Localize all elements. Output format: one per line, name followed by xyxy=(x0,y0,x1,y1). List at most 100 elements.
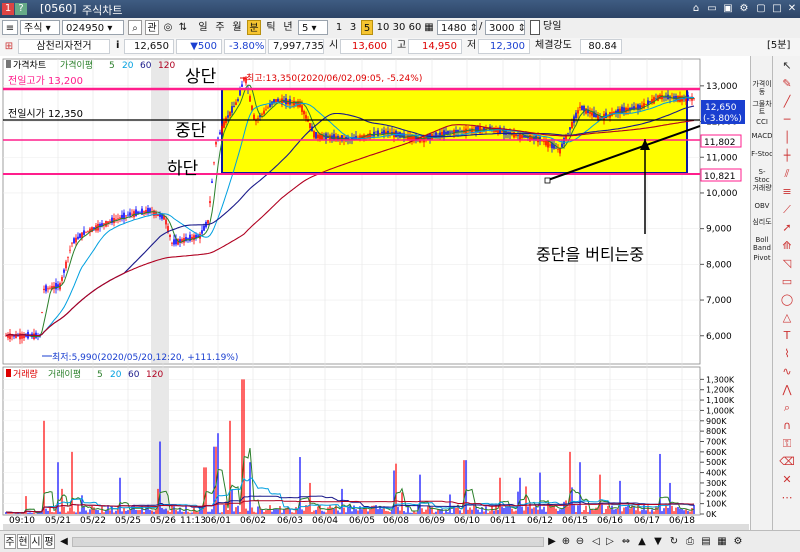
today-checkbox[interactable] xyxy=(530,20,540,35)
print-icon[interactable]: ⎙ xyxy=(684,534,696,549)
cross-icon[interactable]: ┼ xyxy=(779,150,795,162)
triangle-icon[interactable]: △ xyxy=(779,312,795,324)
tab-average[interactable]: 평 xyxy=(43,534,55,549)
zoom-out-icon[interactable]: ⊖ xyxy=(574,534,586,549)
favorite-icon[interactable]: ◎ xyxy=(162,20,174,35)
zoom-in-icon[interactable]: ⊕ xyxy=(560,534,572,549)
layout-icon[interactable]: ▦ xyxy=(716,534,728,549)
search-icon[interactable]: ⌕ xyxy=(128,20,142,35)
indicator-volume[interactable]: 거래량 xyxy=(751,184,773,192)
minute-1[interactable]: 1 xyxy=(333,20,345,35)
period-minute[interactable]: 분 xyxy=(247,20,261,35)
candle-body xyxy=(313,131,315,138)
candle-body xyxy=(309,123,311,128)
tile-icon[interactable]: ▢ xyxy=(755,3,767,15)
save-icon[interactable]: ▤ xyxy=(700,534,712,549)
scroll-left-icon[interactable]: ◀ xyxy=(58,534,70,549)
magnet-icon[interactable]: ∩ xyxy=(779,420,795,432)
period-month[interactable]: 월 xyxy=(230,20,244,35)
chart-toolbar: ≡ 주식 ▾ 024950 ▾ ⌕ 관 ◎ ⇅ 일 주 월 분 틱 년 5 ▾ … xyxy=(0,18,800,39)
grid-icon[interactable]: ▦ xyxy=(424,20,434,35)
channel-icon[interactable]: ⫽ xyxy=(779,168,795,180)
indicator-psychology[interactable]: 심리도 xyxy=(751,218,773,226)
help-icon[interactable]: ? xyxy=(15,3,27,15)
ray-icon[interactable]: ⟋ xyxy=(779,204,795,216)
arrow-tool-icon[interactable]: ➚ xyxy=(779,222,795,234)
refresh-icon[interactable]: ↻ xyxy=(668,534,680,549)
indicator-macd[interactable]: MACD xyxy=(751,132,773,140)
period-year[interactable]: 년 xyxy=(281,20,295,35)
fit-icon[interactable]: ⇔ xyxy=(620,534,632,549)
minimize-icon[interactable]: ▭ xyxy=(706,3,718,15)
market-select[interactable]: 주식 ▾ xyxy=(20,20,60,35)
maximize-icon[interactable]: □ xyxy=(771,3,783,15)
close-icon[interactable]: ✕ xyxy=(786,3,798,15)
indicator-bollinger[interactable]: Boll Band xyxy=(751,236,773,252)
trendline-handle[interactable] xyxy=(544,177,551,184)
minute-3[interactable]: 3 xyxy=(347,20,359,35)
restore-icon[interactable]: ▣ xyxy=(722,3,734,15)
indicator-s-stoc[interactable]: S-Stoc xyxy=(751,168,773,184)
cycle-icon[interactable]: ⌇ xyxy=(779,348,795,360)
add-icon[interactable]: ⊞ xyxy=(3,39,15,54)
gann-icon[interactable]: ◹ xyxy=(779,258,795,270)
tools-more-icon[interactable]: ⋯ xyxy=(779,492,795,504)
current-price: 12,650 xyxy=(124,39,174,54)
vol-ma60-legend: 60 xyxy=(128,370,140,380)
indicator-pivot[interactable]: Pivot xyxy=(751,254,773,262)
period-value-select[interactable]: 5 ▾ xyxy=(298,20,328,35)
stock-code-input[interactable]: 024950 ▾ xyxy=(62,20,124,35)
view-count-stepper[interactable]: 1480 ⇕ xyxy=(437,20,478,35)
bottom-scrollbar[interactable] xyxy=(72,537,544,547)
text-tool-icon[interactable]: T xyxy=(779,330,795,342)
minute-10[interactable]: 10 xyxy=(376,20,390,35)
tab-current[interactable]: 현 xyxy=(17,534,29,549)
vline-icon[interactable]: │ xyxy=(779,132,795,144)
scroll-right-icon[interactable]: ▶ xyxy=(546,534,558,549)
indicator-cci[interactable]: CCI xyxy=(751,118,773,126)
chart-settings-icon[interactable]: ⚙ xyxy=(732,534,744,549)
indicator-price-ma[interactable]: 가격이동 xyxy=(751,80,773,96)
interest-button[interactable]: 관 xyxy=(145,20,159,35)
tab-week[interactable]: 주 xyxy=(4,534,16,549)
minute-5[interactable]: 5 xyxy=(361,20,373,35)
pen-icon[interactable]: ✎ xyxy=(779,78,795,90)
down-icon[interactable]: ▼ xyxy=(652,534,664,549)
settings-icon[interactable]: ⚙ xyxy=(738,3,750,15)
next-icon[interactable]: ▷ xyxy=(604,534,616,549)
period-week[interactable]: 주 xyxy=(213,20,227,35)
lock-icon[interactable]: ⚿ xyxy=(779,438,795,450)
tab-time[interactable]: 시 xyxy=(30,534,42,549)
fibo-icon[interactable]: ≡ xyxy=(779,186,795,198)
chart-svg[interactable]: 상단 중단 하단 중단을 버티는중 가격차트 가격이평 5 20 60 120 … xyxy=(0,56,750,530)
cursor-icon[interactable]: ↖ xyxy=(779,60,795,72)
candle-body xyxy=(437,135,439,136)
erase-icon[interactable]: ⌫ xyxy=(779,456,795,468)
hline-icon[interactable]: ─ xyxy=(779,114,795,126)
indicator-obv[interactable]: OBV xyxy=(751,202,773,210)
up-icon[interactable]: ▲ xyxy=(636,534,648,549)
pin-icon[interactable]: ⌂ xyxy=(690,3,702,15)
total-count-stepper[interactable]: 3000 ⇕ xyxy=(485,20,526,35)
wave-icon[interactable]: ∿ xyxy=(779,366,795,378)
period-day[interactable]: 일 xyxy=(196,20,210,35)
fan-icon[interactable]: ⟰ xyxy=(779,240,795,252)
indicator-net-chart[interactable]: 그물차트 xyxy=(751,100,773,116)
circle-icon[interactable]: ◯ xyxy=(779,294,795,306)
pattern-icon[interactable]: ⋀ xyxy=(779,384,795,396)
info-icon[interactable]: i xyxy=(116,39,119,53)
prev-icon[interactable]: ◁ xyxy=(590,534,602,549)
minute-30[interactable]: 30 xyxy=(392,20,406,35)
link-icon[interactable]: ⇅ xyxy=(177,20,189,35)
menu-icon[interactable]: ≡ xyxy=(2,20,18,35)
delete-icon[interactable]: ✕ xyxy=(779,474,795,486)
rectangle-icon[interactable]: ▭ xyxy=(779,276,795,288)
indicator-f-stoc[interactable]: F-Stoc xyxy=(751,150,773,158)
zoom-icon[interactable]: ⌕ xyxy=(779,402,795,414)
period-tick[interactable]: 틱 xyxy=(264,20,278,35)
minute-60[interactable]: 60 xyxy=(408,20,422,35)
trendline-icon[interactable]: ╱ xyxy=(779,96,795,108)
candle-body xyxy=(55,282,57,290)
candle-body xyxy=(655,98,657,100)
chart-area[interactable]: 상단 중단 하단 중단을 버티는중 가격차트 가격이평 5 20 60 120 … xyxy=(0,56,750,530)
